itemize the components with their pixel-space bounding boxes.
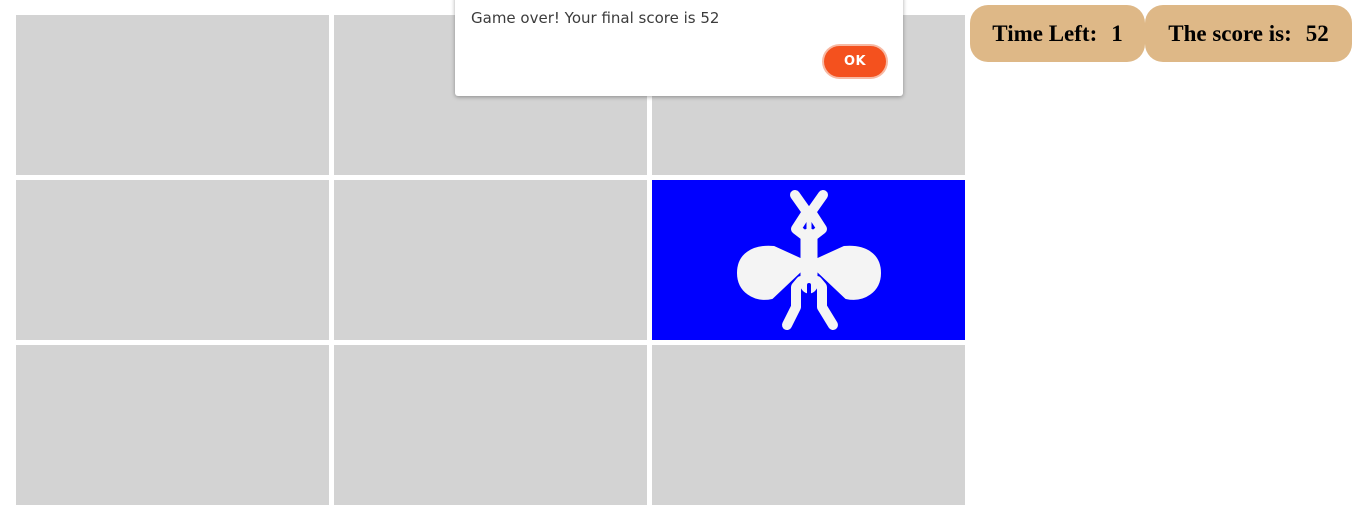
ok-button[interactable]: OK (824, 46, 886, 77)
time-left-badge: Time Left: 1 (970, 5, 1145, 62)
grid-cell-8[interactable] (334, 345, 647, 505)
alert-message: Game over! Your final score is 52 (471, 9, 720, 27)
time-left-label: Time Left: (992, 20, 1098, 46)
grid-cell-1[interactable] (16, 15, 329, 175)
grid-cell-6[interactable] (652, 180, 965, 340)
grid-cell-5[interactable] (334, 180, 647, 340)
score-label: The score is: (1168, 20, 1292, 46)
grid-cell-9[interactable] (652, 345, 965, 505)
score-badge: The score is: 52 (1145, 5, 1352, 62)
grid-cell-4[interactable] (16, 180, 329, 340)
score-value: 52 (1305, 20, 1329, 46)
game-over-alert: Game over! Your final score is 52 OK (455, 0, 903, 96)
grid-cell-7[interactable] (16, 345, 329, 505)
time-left-value: 1 (1111, 20, 1123, 46)
mosquito-icon (736, 190, 881, 330)
